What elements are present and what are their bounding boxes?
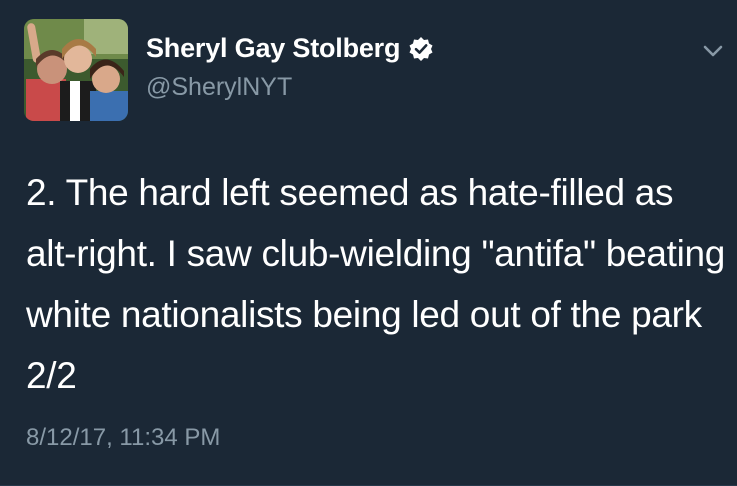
verified-badge-icon (408, 36, 434, 62)
chevron-down-icon[interactable] (697, 38, 729, 64)
author-display-name[interactable]: Sheryl Gay Stolberg (146, 33, 400, 64)
tweet-timestamp[interactable]: 8/12/17, 11:34 PM (26, 424, 220, 452)
tweet-text: 2. The hard left seemed as hate-filled a… (26, 172, 726, 396)
author-handle[interactable]: @SherylNYT (146, 73, 292, 102)
author-name-row[interactable]: Sheryl Gay Stolberg (146, 33, 434, 64)
tweet-card: Sheryl Gay Stolberg @SherylNYT 2. The ha… (0, 0, 737, 486)
avatar[interactable] (24, 19, 128, 121)
